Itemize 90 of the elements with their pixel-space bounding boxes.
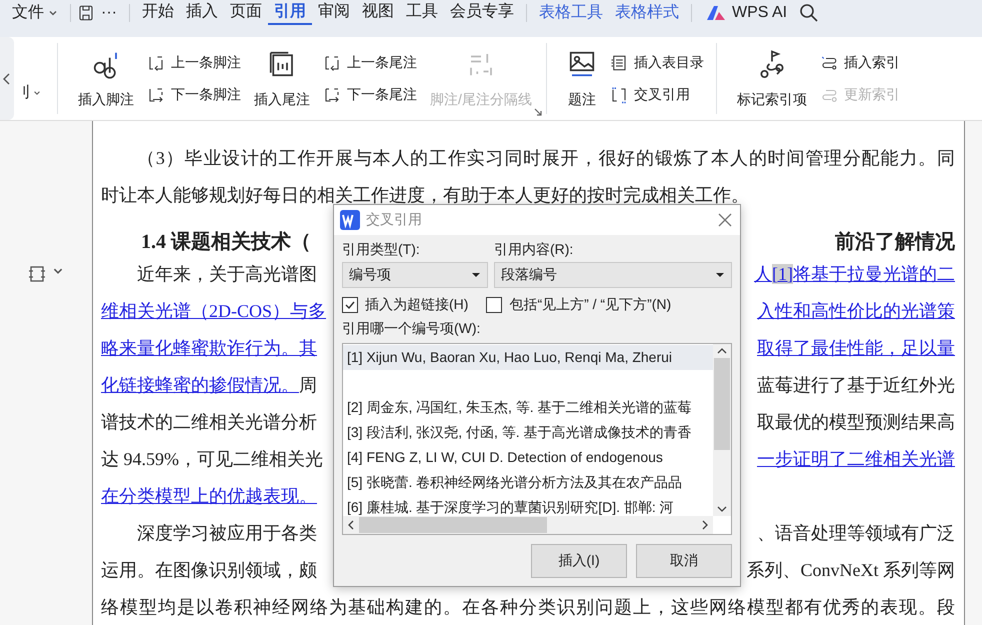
paragraph-text: 略来量化蜂蜜欺诈行为。其 bbox=[101, 336, 317, 360]
paragraph-text: （3）毕业设计的工作开展与本人的工作实习同时展开，很好的锻炼了本人的时间管理分配能力。同 bbox=[136, 146, 955, 170]
paragraph-text: 深度学习被应用于各类 bbox=[136, 522, 317, 544]
section-heading: 1.4 课题相关技术（ bbox=[140, 230, 311, 255]
section-heading: 前沿了解情况 bbox=[835, 230, 955, 255]
save-icon bbox=[77, 4, 95, 22]
chevron-left-icon bbox=[3, 72, 11, 84]
content-dropdown[interactable]: 段落编号 bbox=[494, 262, 732, 288]
ribbon-button[interactable]: 插入索引 bbox=[820, 54, 900, 72]
ribbon-button[interactable]: 交叉引用 bbox=[610, 86, 704, 104]
menu-tab[interactable]: 工具 bbox=[400, 0, 444, 25]
previous-note-icon bbox=[147, 54, 165, 72]
dropdown-arrow-icon bbox=[715, 272, 725, 278]
dialog-title: 交叉引用 bbox=[366, 211, 423, 229]
ribbon-button[interactable]: 插入脚注 bbox=[76, 46, 136, 110]
dialog-button[interactable]: 插入(I) bbox=[531, 544, 627, 578]
field-label: 引用内容(R): bbox=[494, 241, 574, 259]
list-item[interactable]: [5] 张晓蕾. 卷积神经网络光谱分析方法及其在农产品品 bbox=[343, 470, 713, 495]
check-icon bbox=[344, 299, 356, 311]
paragraph-icon[interactable] bbox=[28, 265, 46, 283]
ribbon-button[interactable]: 下一条脚注 bbox=[147, 86, 241, 104]
file-menu[interactable]: 文件 bbox=[6, 2, 64, 23]
ribbon-button[interactable]: 下一条尾注 bbox=[323, 86, 417, 104]
field-label: 引用类型(T): bbox=[342, 241, 421, 259]
ribbon-button[interactable]: 插入尾注 bbox=[252, 46, 312, 110]
paragraph-text: 、语音处理等领域有广泛 bbox=[757, 522, 955, 544]
previous-note-icon bbox=[323, 54, 341, 72]
scrollbar-thumb[interactable] bbox=[359, 517, 547, 533]
vertical-scrollbar[interactable] bbox=[713, 344, 731, 516]
wps-ai-button[interactable]: WPS AI bbox=[726, 4, 794, 22]
dialog-launcher-icon[interactable] bbox=[534, 108, 542, 116]
paragraph-text: 系列、ConvNeXt 系列等网 bbox=[746, 558, 955, 582]
checkbox[interactable] bbox=[486, 297, 502, 313]
scrollbar-thumb[interactable] bbox=[714, 358, 730, 450]
paragraph-text: 在分类模型上的优越表现。 bbox=[101, 484, 317, 508]
table-list-icon bbox=[610, 54, 628, 72]
paragraph-text: 近年来，关于高光谱图 bbox=[136, 262, 317, 286]
cross-reference-icon bbox=[610, 86, 628, 104]
context-tab[interactable]: 表格工具 bbox=[532, 2, 609, 23]
list-label: 引用哪一个编号项(W): bbox=[342, 320, 482, 338]
menu-tab[interactable]: 开始 bbox=[136, 0, 180, 25]
paragraph-text: 维相关光谱（2D-COS）与多 bbox=[101, 300, 326, 322]
list-item[interactable]: [2] 周金东, 冯国红, 朱玉杰, 等. 基于二维相关光谱的蓝莓 bbox=[343, 395, 713, 420]
menu-tab[interactable]: 引用 bbox=[268, 0, 312, 25]
ribbon-button[interactable]: 插入表目录 bbox=[610, 54, 704, 72]
paragraph-text: 蓝莓进行了基于近红外光 bbox=[757, 374, 955, 396]
more-menu[interactable]: ··· bbox=[95, 4, 123, 22]
menu-tab[interactable]: 会员专享 bbox=[444, 0, 520, 25]
ribbon-label[interactable]: 刂 bbox=[16, 83, 41, 102]
paragraph-text: 取得了最佳性能，足以量 bbox=[757, 336, 955, 360]
horizontal-scrollbar[interactable] bbox=[343, 516, 713, 534]
ai-logo-icon bbox=[706, 4, 726, 20]
chevron-left-icon[interactable] bbox=[347, 519, 355, 531]
paragraph-text: 取最优的模型预测结果高 bbox=[757, 410, 955, 434]
dialog-button[interactable]: 取消 bbox=[636, 544, 732, 578]
ribbon-button[interactable]: 上一条脚注 bbox=[147, 54, 241, 72]
reference-list[interactable] bbox=[342, 343, 732, 535]
checkbox[interactable] bbox=[342, 297, 358, 313]
next-note-icon bbox=[323, 86, 341, 104]
list-item[interactable]: [4] FENG Z, LI W, CUI D. Detection of endogenous bbox=[343, 445, 713, 470]
paragraph-text: 运用。在图像识别领域，颇 bbox=[101, 558, 317, 582]
dropdown-arrow-icon bbox=[471, 272, 481, 278]
menu-tab[interactable]: 插入 bbox=[180, 0, 224, 25]
menu-tab[interactable]: 视图 bbox=[356, 0, 400, 25]
menu-tab[interactable]: 审阅 bbox=[312, 0, 356, 25]
paragraph-text: 化链接蜂蜜的掺假情况。周 bbox=[101, 374, 317, 396]
paragraph-text: 络模型均是以卷积神经网络为基础构建的。在各种分类识别问题上，这些网络模型都有优秀的表现。段 bbox=[101, 596, 955, 618]
type-dropdown[interactable]: 编号项 bbox=[342, 262, 488, 288]
close-icon[interactable] bbox=[718, 213, 732, 227]
search-icon[interactable] bbox=[799, 2, 820, 22]
app-logo-icon bbox=[340, 210, 360, 230]
menu-tab[interactable]: 页面 bbox=[224, 0, 268, 25]
paragraph-text: 达 94.59%，可见二维相关光 bbox=[101, 448, 323, 470]
ribbon-button[interactable]: 标记索引项 bbox=[734, 46, 809, 110]
list-item[interactable]: [6] 廉桂城. 基于深度学习的蕈菌识别研究[D]. 邯郸: 河 bbox=[343, 495, 713, 516]
paragraph-text: 时让本人能够规划好每日的相关工作进度，有助于本人更好的按时完成相关工作。 bbox=[101, 184, 749, 206]
ribbon-button[interactable]: 题注 bbox=[564, 46, 599, 110]
chevron-down-icon bbox=[33, 88, 41, 96]
next-note-icon bbox=[147, 86, 165, 104]
paragraph-text: 人[1]将基于拉曼光谱的二 bbox=[754, 262, 955, 286]
paragraph-text: 一步证明了二维相关光谱 bbox=[757, 448, 955, 470]
list-item[interactable]: [3] 段洁利, 张汉尧, 付函, 等. 基于高光谱成像技术的青香 bbox=[343, 420, 713, 445]
paragraph-text: 谱技术的二维相关光谱分析 bbox=[101, 410, 317, 434]
ribbon-button[interactable]: 上一条尾注 bbox=[323, 54, 417, 72]
chevron-right-icon[interactable] bbox=[701, 519, 709, 531]
context-tab[interactable]: 表格样式 bbox=[608, 2, 685, 23]
checkbox-option[interactable]: 插入为超链接(H) bbox=[342, 296, 468, 314]
list-item[interactable]: [1] Xijun Wu, Baoran Xu, Hao Luo, Renqi Ma, Zherui bbox=[343, 345, 713, 370]
paragraph-text: 入性和高性价比的光谱策 bbox=[757, 300, 955, 322]
checkbox-option[interactable]: 包括“见上方” / “见下方”(N) bbox=[486, 296, 672, 314]
